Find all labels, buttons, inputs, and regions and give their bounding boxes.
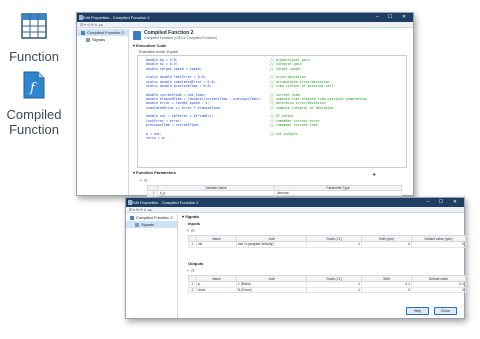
add-output-icon[interactable]: ＋ ⊟ bbox=[186, 268, 194, 274]
section-label: Function Parameters bbox=[136, 170, 176, 175]
section-label: Execution Code bbox=[136, 43, 167, 48]
window-titlebar[interactable]: Edit Properties - Compiled Function 2 – … bbox=[126, 198, 464, 207]
signals-section-title[interactable]: ▾ Signals bbox=[182, 214, 199, 219]
window-titlebar[interactable]: Edit Properties - Compiled Function 2 – … bbox=[77, 13, 413, 22]
table-cell-shift[interactable]: 0 bbox=[361, 241, 412, 248]
compiled-function-icon bbox=[81, 30, 85, 35]
tree-item-compiled-function[interactable]: Compiled Function 2 bbox=[77, 29, 128, 36]
library-palette: Function f Compiled Function bbox=[0, 0, 70, 339]
help-button[interactable]: Help bbox=[406, 307, 429, 315]
tree-item-label: Compiled Function 2 bbox=[87, 30, 124, 35]
properties-panel: Compiled Function 2 Compiled Function (C… bbox=[133, 29, 410, 206]
table-cell-num: 2 bbox=[188, 286, 197, 293]
table-row[interactable]: 2 force N (Force) 1 0 0 bbox=[188, 286, 466, 293]
tree-item-label: Compiled Function 2 bbox=[136, 215, 173, 220]
mouse-cursor-icon bbox=[373, 173, 376, 177]
section-label: Signals bbox=[185, 214, 200, 219]
palette-item-function[interactable]: Function bbox=[4, 12, 64, 64]
palette-label-compiled-function: Compiled Function bbox=[6, 107, 62, 137]
inputs-table: Name Unit Scale (I-1) Shift (rpm) Defaul… bbox=[188, 235, 466, 248]
window-title: Edit Properties - Compiled Function 2 bbox=[83, 15, 150, 20]
app-icon bbox=[127, 200, 132, 205]
table-cell-scale[interactable]: 1 bbox=[306, 241, 362, 248]
table-cell-name[interactable]: vel bbox=[196, 241, 237, 248]
code-editor[interactable]: double kp = 5.0;// proportional gain doub… bbox=[137, 55, 407, 168]
add-input-icon[interactable]: ＋ ⊟ bbox=[186, 228, 194, 234]
window-controls[interactable]: – ☐ ✕ bbox=[376, 13, 410, 22]
window-toolbar[interactable]: ☰ ▾ ⟲ ⟳ ✕ ◂ ▸ bbox=[126, 207, 464, 213]
table-cell-num: 1 bbox=[188, 241, 197, 248]
palette-item-compiled-function[interactable]: f Compiled Function bbox=[4, 70, 64, 137]
table-cell-default[interactable]: 0 bbox=[411, 286, 466, 293]
signals-icon bbox=[86, 37, 90, 42]
edit-properties-window-code: Edit Properties - Compiled Function 2 – … bbox=[76, 12, 414, 206]
compiled-function-icon bbox=[133, 31, 141, 40]
execution-code-section-title[interactable]: ▾ Execution Code bbox=[133, 43, 166, 48]
function-parameters-section-title[interactable]: ▾ Function Parameters bbox=[133, 170, 176, 175]
function-grid-icon bbox=[21, 13, 47, 39]
window-title: Edit Properties - Compiled Function 2 bbox=[132, 200, 199, 205]
property-tree: Compiled Function 2 Signals bbox=[126, 214, 178, 318]
code-text: force = p; bbox=[146, 136, 166, 141]
property-tree: Compiled Function 2 Signals bbox=[77, 29, 129, 195]
table-cell-shift[interactable]: 0 bbox=[361, 286, 412, 293]
table-cell-scale[interactable]: 1 bbox=[306, 286, 362, 293]
code-line: force = p; bbox=[146, 136, 406, 140]
palette-label-function: Function bbox=[9, 49, 59, 64]
inputs-title: Inputs bbox=[188, 221, 200, 226]
table-cell-default[interactable]: 0 bbox=[411, 241, 466, 248]
add-parameter-icon[interactable]: ＋ ⊟ bbox=[139, 178, 147, 184]
edit-properties-window-signals: Edit Properties - Compiled Function 2 – … bbox=[125, 197, 466, 319]
compiled-function-icon bbox=[130, 215, 134, 220]
table-cell-unit[interactable]: N (Force) bbox=[236, 286, 307, 293]
window-toolbar[interactable]: ☰ ▾ ⟲ ⟳ ✕ ◂ ▸ bbox=[77, 22, 413, 28]
outputs-title: Outputs bbox=[188, 261, 204, 266]
signals-panel: ▾ Signals Inputs ＋ ⊟ Name Unit Scale (I-… bbox=[182, 214, 466, 316]
tree-item-compiled-function[interactable]: Compiled Function 2 bbox=[126, 214, 177, 221]
component-subtitle: Compiled Function (CS/C# Compiled Functi… bbox=[144, 36, 217, 40]
table-cell-unit[interactable]: rad / s (angular Velocity) bbox=[236, 241, 307, 248]
tree-item-label: Signals bbox=[141, 222, 155, 227]
tree-item-signals[interactable]: Signals bbox=[77, 36, 128, 43]
evaluation-mode: Evaluation mode: Explicit bbox=[139, 50, 179, 54]
tree-item-signals[interactable]: Signals bbox=[126, 221, 177, 228]
app-icon bbox=[78, 15, 83, 20]
compiled-function-icon: f bbox=[23, 71, 45, 99]
tree-item-label: Signals bbox=[92, 37, 106, 42]
window-controls[interactable]: – ☐ ✕ bbox=[427, 198, 461, 207]
outputs-table: Name Unit Scale (I-1) Shift Default valu… bbox=[188, 275, 466, 293]
table-row[interactable]: 1 vel rad / s (angular Velocity) 1 0 0 bbox=[188, 241, 466, 248]
signals-icon bbox=[135, 222, 139, 227]
table-cell-name[interactable]: force bbox=[196, 286, 237, 293]
close-button[interactable]: Close bbox=[434, 307, 457, 315]
